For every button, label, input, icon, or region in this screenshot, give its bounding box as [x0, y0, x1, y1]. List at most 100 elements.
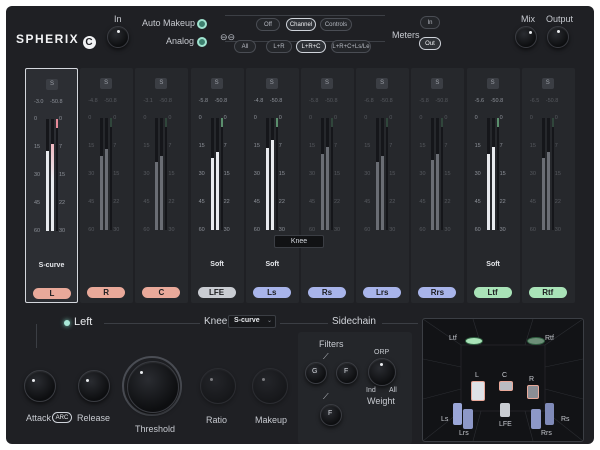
- analog-toggle[interactable]: [197, 37, 207, 47]
- gr-scale-label: 7: [223, 143, 227, 149]
- channels-all-button[interactable]: All: [234, 40, 256, 53]
- channel-name-badge[interactable]: Rs: [308, 287, 346, 298]
- meter-scale-label: 60: [143, 227, 150, 233]
- meter-scale-label: 45: [419, 199, 426, 205]
- speaker-l[interactable]: [471, 381, 485, 401]
- channel-name-badge[interactable]: Rrs: [418, 287, 457, 298]
- meter-scale-label: 0: [474, 115, 478, 121]
- meters-out-button[interactable]: Out: [419, 37, 441, 50]
- peak-gr-readout: -50.8: [50, 99, 63, 105]
- output-knob[interactable]: [547, 26, 569, 48]
- channel-name-badge[interactable]: Lrs: [363, 287, 402, 298]
- gr-scale-label: 30: [554, 227, 561, 233]
- ratio-knob[interactable]: [200, 368, 236, 404]
- view-off-button[interactable]: Off: [256, 18, 280, 31]
- meter-scale-label: 30: [253, 171, 260, 177]
- channels-lrc-lsle-button[interactable]: L+R+C+Ls/Le: [331, 40, 371, 53]
- speaker-lfe[interactable]: [500, 403, 510, 417]
- meter-scale-label: 15: [253, 143, 260, 149]
- view-channel-button[interactable]: Channel: [286, 18, 316, 31]
- filter-g-label: G: [312, 368, 318, 375]
- solo-button[interactable]: S: [265, 78, 278, 89]
- meter-scale-label: 30: [88, 171, 95, 177]
- peak-gr-readout: -50.8: [545, 98, 559, 104]
- threshold-knob[interactable]: [127, 361, 179, 413]
- channel-strip-rrs[interactable]: S -5.8 -50.8 0 15 30 45 60 0 7 15 22 30 Rrs: [411, 68, 465, 303]
- knee-tooltip: Knee: [274, 235, 324, 248]
- gr-scale-label: 22: [389, 199, 396, 205]
- channel-strip-l[interactable]: S -3.0 -50.8 0 15 30 45 60 0 7 15 22 30 S-curve L: [25, 68, 78, 303]
- level-meter-right: [160, 118, 164, 230]
- weight-knob[interactable]: [368, 358, 396, 386]
- channel-name-badge[interactable]: L: [33, 288, 71, 299]
- level-meter-right: [436, 118, 440, 230]
- gr-scale-label: 15: [334, 171, 341, 177]
- knee-select-value: S-curve: [234, 317, 260, 324]
- auto-makeup-toggle[interactable]: [197, 19, 207, 29]
- solo-button[interactable]: S: [431, 78, 444, 89]
- channel-name-badge[interactable]: LFE: [197, 287, 236, 298]
- channel-strip-lrs[interactable]: S -6.8 -50.8 0 15 30 45 60 0 7 15 22 30 Lrs: [356, 68, 410, 303]
- meter-scale-label: 45: [474, 199, 481, 205]
- channel-strip-ls[interactable]: S -4.8 -50.8 0 15 30 45 60 0 7 15 22 30 Soft Ls: [245, 68, 299, 303]
- release-knob[interactable]: [78, 370, 110, 402]
- speaker-r[interactable]: [527, 385, 539, 399]
- channel-strip-r[interactable]: S -4.8 -50.8 0 15 30 45 60 0 7 15 22 30 R: [80, 68, 134, 303]
- solo-button[interactable]: S: [100, 78, 113, 89]
- channel-strip-rtf[interactable]: S -6.5 -50.8 0 15 30 45 60 0 7 15 22 30 Rtf: [521, 68, 575, 303]
- knee-select[interactable]: S-curve ⌄: [228, 315, 276, 328]
- mix-knob[interactable]: [515, 26, 537, 48]
- speaker-rtf[interactable]: [527, 337, 545, 345]
- channels-lrc-button[interactable]: L+R+C: [296, 40, 326, 53]
- gr-scale-label: 30: [168, 227, 175, 233]
- solo-button[interactable]: S: [155, 78, 168, 89]
- channel-strip-ltf[interactable]: S -5.6 -50.8 0 15 30 45 60 0 7 15 22 30 Soft Ltf: [466, 68, 520, 303]
- divider-right: [382, 323, 418, 324]
- solo-button[interactable]: S: [486, 78, 499, 89]
- solo-button[interactable]: S: [541, 78, 554, 89]
- solo-button[interactable]: S: [210, 78, 223, 89]
- solo-button[interactable]: S: [376, 78, 389, 89]
- channel-name-badge[interactable]: Rtf: [528, 287, 567, 298]
- meters-in-button[interactable]: In: [420, 16, 440, 29]
- solo-button[interactable]: S: [321, 78, 333, 89]
- channel-strip-c[interactable]: S -3.1 -50.8 0 15 30 45 60 0 7 15 22 30 C: [135, 68, 189, 303]
- gr-scale-label: 15: [444, 171, 451, 177]
- input-gain-knob[interactable]: [107, 26, 129, 48]
- peak-gr-readout: -50.8: [159, 98, 172, 104]
- makeup-knob[interactable]: [252, 368, 288, 404]
- gr-scale-label: 22: [223, 199, 230, 205]
- speaker-ls[interactable]: [453, 403, 462, 425]
- speaker-rrs[interactable]: [531, 409, 541, 429]
- channels-lr-button[interactable]: L+R: [266, 40, 292, 53]
- attack-knob[interactable]: [24, 370, 56, 402]
- view-controls-button[interactable]: Controls: [320, 18, 352, 31]
- filter-f1-label: F: [344, 368, 349, 375]
- speaker-c[interactable]: [499, 381, 513, 391]
- solo-button[interactable]: S: [46, 79, 58, 90]
- filter-f1-knob[interactable]: F: [336, 362, 358, 384]
- channel-name-badge[interactable]: Ltf: [473, 287, 512, 298]
- speaker-rs[interactable]: [545, 403, 554, 425]
- channel-name-badge[interactable]: Ls: [252, 287, 291, 298]
- output-label: Output: [546, 14, 574, 24]
- channel-name-badge[interactable]: C: [142, 287, 181, 298]
- speaker-lrs[interactable]: [463, 409, 473, 429]
- channel-strip-rs[interactable]: S -5.8 -50.8 0 15 30 45 60 0 7 15 22 30 Rs: [301, 68, 354, 303]
- meter-scale-label: 60: [34, 228, 41, 234]
- level-meter-right: [491, 118, 495, 230]
- channel-name-badge[interactable]: R: [87, 287, 126, 298]
- speaker-c-label: C: [502, 372, 508, 379]
- gr-scale-label: 22: [499, 199, 506, 205]
- level-meter-left: [155, 118, 159, 230]
- level-meter-right: [105, 118, 109, 230]
- level-meter-right: [326, 118, 329, 230]
- filter-g-knob[interactable]: G: [305, 362, 327, 384]
- filter-f2-knob[interactable]: F: [320, 404, 342, 426]
- channel-strip-lfe[interactable]: S -5.8 -50.8 0 15 30 45 60 0 7 15 22 30 Soft LFE: [190, 68, 244, 303]
- meter-scale-label: 45: [88, 199, 95, 205]
- arc-toggle[interactable]: ARC: [52, 412, 72, 423]
- meter-scale-label: 30: [529, 171, 536, 177]
- peak-input-readout: -4.8: [253, 98, 264, 104]
- speaker-ltf[interactable]: [465, 337, 483, 345]
